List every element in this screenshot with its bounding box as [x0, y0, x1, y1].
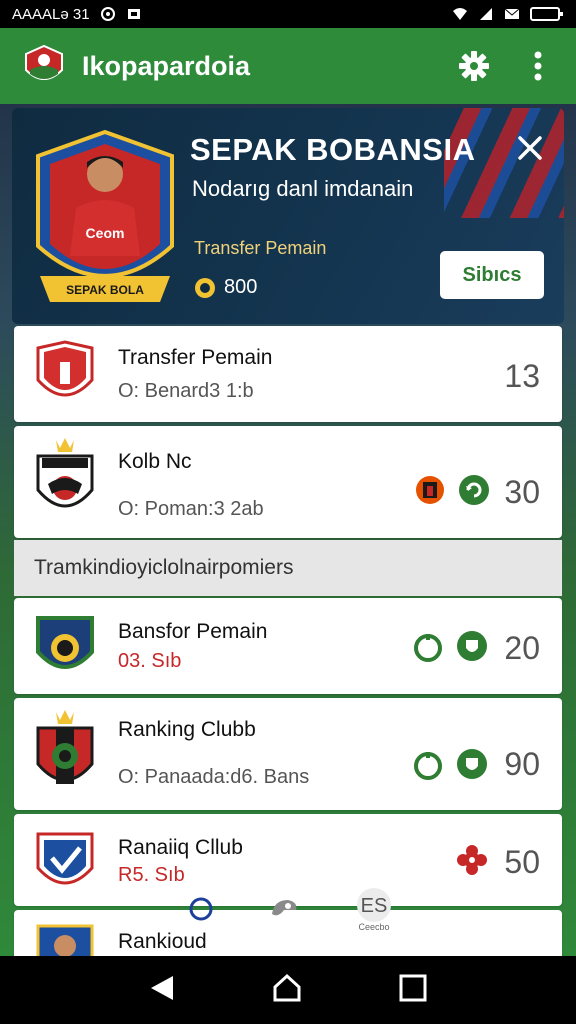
shield-icon — [457, 631, 487, 661]
signal-icon — [480, 8, 492, 20]
recents-icon — [399, 974, 427, 1001]
system-nav-bar — [0, 956, 576, 1024]
app-logo — [25, 44, 63, 80]
row-title: Rankioud — [118, 930, 207, 953]
back-icon — [150, 975, 173, 1000]
row-subtitle: O: Poman:3 2ab — [118, 498, 264, 520]
row-subtitle: O: Panaada:d6. Bans — [118, 766, 310, 788]
hero-action-button[interactable]: Sibıcs — [440, 251, 544, 299]
wifi-icon — [453, 8, 467, 20]
close-button[interactable] — [512, 130, 548, 166]
status-bar: AAAALə 31 — [0, 0, 576, 28]
home-button[interactable] — [272, 973, 302, 1008]
circle-o-icon — [100, 7, 115, 21]
row-subtitle: O: Benard3 1:b — [118, 380, 254, 402]
player-badge: Ceom SEPAK BOLA — [36, 129, 174, 302]
svg-text:ES: ES — [361, 895, 388, 917]
row-value: 30 — [504, 474, 540, 510]
tab-profile[interactable]: ES Ceecbo — [352, 888, 396, 932]
row-value: 20 — [504, 630, 540, 666]
app-bar: Ikopapardoia — [0, 28, 576, 104]
settings-button[interactable] — [456, 48, 492, 84]
list-item[interactable]: Kolb Nc O: Poman:3 2ab 30 — [14, 426, 562, 538]
app-title: Ikopapardoia — [82, 50, 251, 81]
row-value: 13 — [504, 358, 540, 394]
row-title: Transfer Pemain — [118, 346, 273, 369]
badge-jersey-text: Ceom — [86, 225, 125, 241]
gear-icon — [459, 51, 489, 81]
section-header: Tramkindioyiclolnairpomiers — [14, 540, 562, 596]
battery-icon — [530, 7, 563, 21]
player-avatar — [36, 924, 94, 956]
list-item[interactable]: Ranking Clubb O: Panaada:d6. Bans 90 — [14, 698, 562, 810]
row-title: Ranaiiq Cllub — [118, 836, 243, 859]
more-vert-icon — [534, 51, 542, 81]
sim-icon — [127, 9, 140, 19]
club-shield-icon — [36, 616, 94, 669]
apple-icon — [414, 634, 442, 662]
coin-icon — [195, 277, 215, 298]
row-value: 50 — [504, 844, 540, 880]
whistle-icon — [272, 900, 297, 916]
club-badge-icon — [416, 476, 444, 504]
coin-amount: 800 — [224, 276, 258, 298]
recents-button[interactable] — [399, 974, 427, 1007]
list-item[interactable]: Transfer Pemain O: Benard3 1:b 13 — [14, 326, 562, 422]
hero-subtitle: Nodarıg danl imdanain — [192, 176, 414, 201]
row-title: Kolb Nc — [118, 450, 192, 473]
mail-icon — [504, 8, 520, 19]
circle-tab-icon — [189, 897, 213, 921]
club-shield-icon — [36, 340, 94, 397]
list-item[interactable]: Bansfor Pemain 03. Sıb 20 — [14, 598, 562, 694]
es-tab-icon: ES — [357, 888, 391, 922]
back-button[interactable] — [149, 974, 175, 1007]
club-crest-icon — [36, 710, 94, 784]
row-title: Ranking Clubb — [118, 718, 256, 741]
shield-icon — [457, 749, 487, 779]
hero-title: SEPAK BOBANSIA — [190, 132, 476, 167]
hero-banner: Ceom SEPAK BOLA SEPAK BOBANSIA Nodarıg d… — [12, 108, 564, 324]
row-value: 90 — [504, 746, 540, 782]
carrier-text: AAAALə 31 — [12, 5, 90, 23]
row-title: Bansfor Pemain — [118, 620, 268, 643]
red-flower-icon — [457, 845, 487, 875]
more-options-button[interactable] — [520, 48, 556, 84]
hero-transfer-label: Transfer Pemain — [194, 238, 327, 258]
badge-banner-text: SEPAK BOLA — [66, 283, 144, 297]
hero-coins: 800 — [194, 276, 257, 299]
close-icon — [518, 136, 542, 160]
tab-label: Ceecbo — [358, 922, 390, 932]
tab-whistle[interactable] — [268, 894, 300, 922]
club-shield-icon — [36, 832, 94, 885]
row-subtitle: R5. Sıb — [118, 864, 185, 886]
apple-icon — [414, 752, 442, 780]
club-crest-icon — [36, 438, 94, 508]
row-subtitle: 03. Sıb — [118, 650, 182, 672]
tab-home[interactable] — [188, 896, 214, 922]
green-refresh-icon — [459, 475, 489, 505]
home-icon — [273, 973, 301, 1001]
list-item[interactable]: Ranaiiq Cllub R5. Sıb 50 — [14, 814, 562, 906]
